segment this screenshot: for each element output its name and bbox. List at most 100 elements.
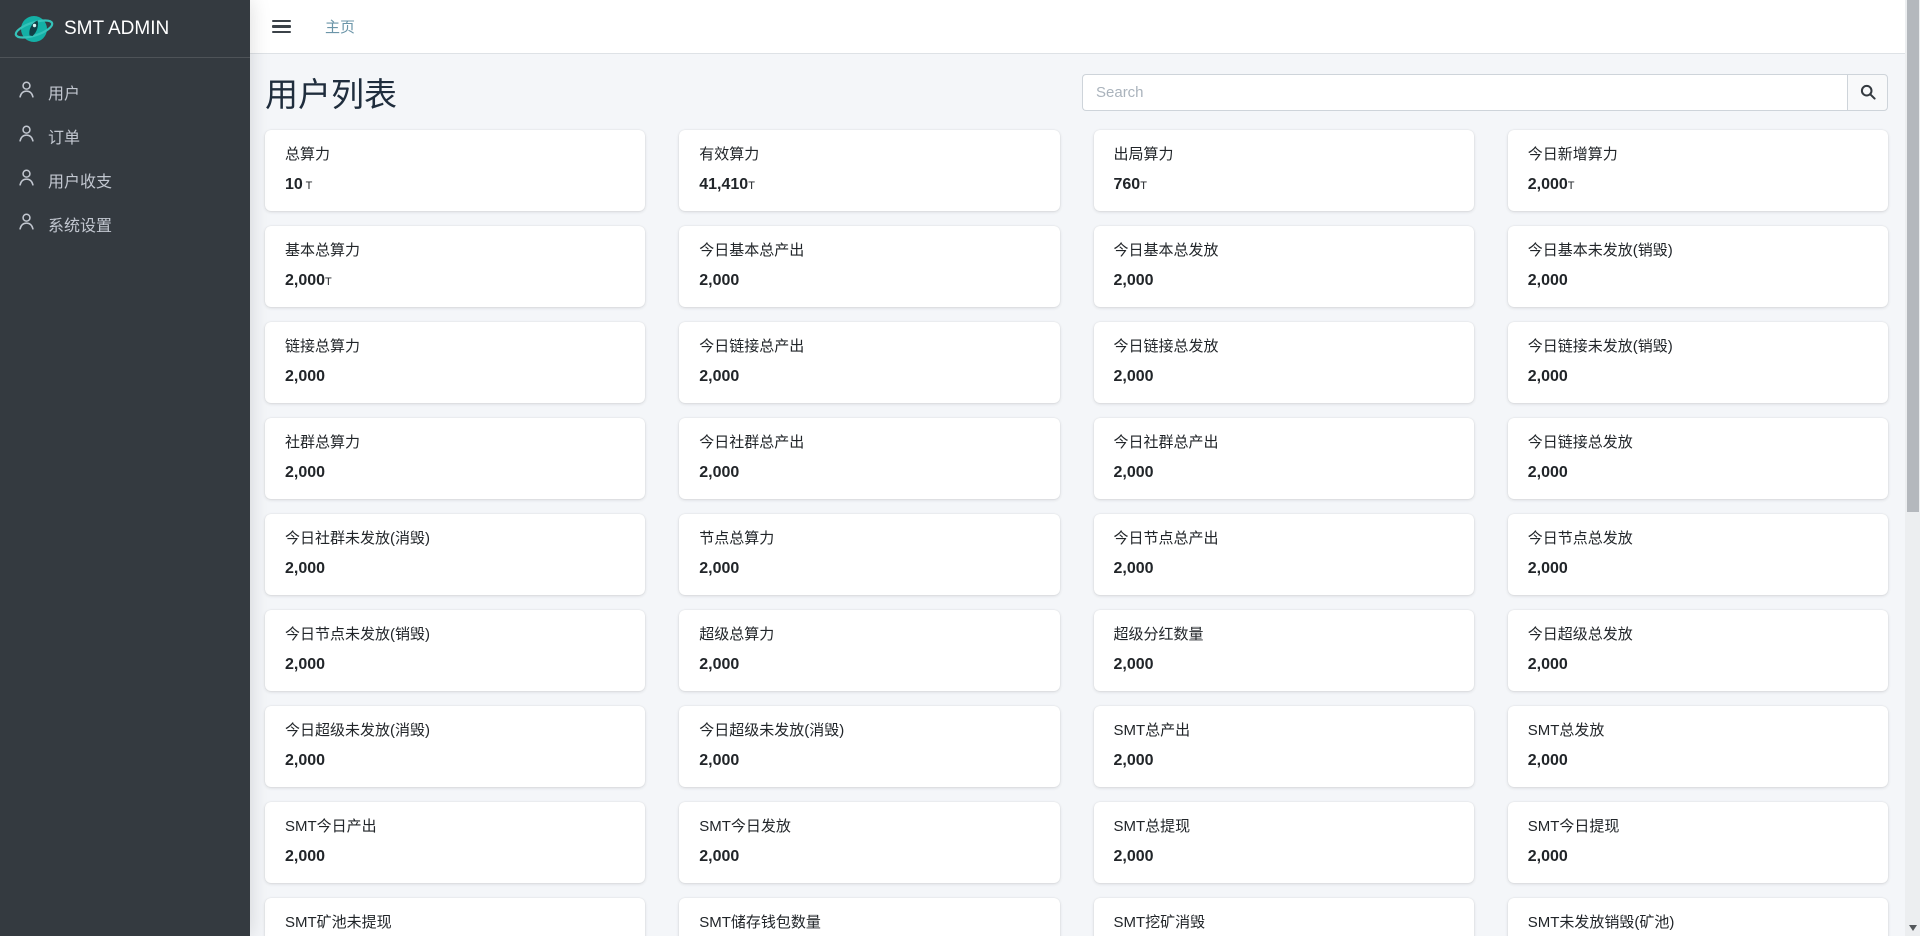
stat-card-value: 2,000: [699, 848, 1039, 866]
stat-card: 今日基本总发放 2,000: [1094, 226, 1474, 307]
stat-card-number: 2,000: [1528, 272, 1568, 289]
stat-card-number: 2,000: [1528, 848, 1568, 865]
sidebar-item-label: 用户收支: [48, 168, 112, 192]
stat-card: 今日节点总产出 2,000: [1094, 514, 1474, 595]
stat-card: SMT矿池未提现: [265, 898, 645, 936]
stat-card-value: 2,000: [699, 560, 1039, 578]
stat-card-number: 2,000: [699, 272, 739, 289]
stat-card-number: 2,000: [1528, 752, 1568, 769]
stat-card-label: 今日节点未发放(销毁): [285, 625, 625, 645]
stat-card-value: 2,000: [1528, 272, 1868, 290]
sidebar-item-system-settings[interactable]: 系统设置: [8, 202, 242, 246]
stat-card-label: 今日超级未发放(消毁): [699, 721, 1039, 741]
stat-card-label: 今日社群总产出: [699, 433, 1039, 453]
scrollbar-down-button[interactable]: [1905, 919, 1920, 936]
stat-card-number: 2,000: [1528, 464, 1568, 481]
stat-card: 今日基本总产出2,000: [679, 226, 1059, 307]
stat-card-label: 超级分红数量: [1114, 625, 1454, 645]
stat-card-unit: T: [1140, 180, 1147, 192]
stat-card-label: SMT今日产出: [285, 817, 625, 837]
stat-card-number: 2,000: [1528, 560, 1568, 577]
stat-card-number: 2,000: [1114, 848, 1154, 865]
stat-card: 基本总算力2,000T: [265, 226, 645, 307]
menu-toggle-icon[interactable]: [272, 20, 291, 34]
stat-card-number: 2,000: [699, 368, 739, 385]
stat-card-number: 2,000: [285, 752, 325, 769]
stat-card-number: 2,000: [1114, 464, 1154, 481]
sidebar-item-user-balance[interactable]: 用户收支: [8, 158, 242, 202]
stat-card-label: 今日基本未发放(销毁): [1528, 241, 1868, 261]
stat-card-number: 2,000: [1114, 272, 1154, 289]
stat-card-unit: T: [1568, 180, 1575, 192]
stat-card-number: 2,000: [699, 464, 739, 481]
stat-card-value: 2,000: [1114, 464, 1454, 482]
stat-card-label: 基本总算力: [285, 241, 625, 261]
page-header: 用户列表: [265, 64, 1888, 120]
stat-card-label: 链接总算力: [285, 337, 625, 357]
stat-card: SMT未发放销毁(矿池): [1508, 898, 1888, 936]
stat-card: 总算力10 T: [265, 130, 645, 211]
stat-card-label: 出局算力: [1114, 145, 1454, 165]
stat-card: 今日基本未发放(销毁) 2,000: [1508, 226, 1888, 307]
stat-card-value: 2,000: [285, 464, 625, 482]
stat-card: 今日节点未发放(销毁) 2,000: [265, 610, 645, 691]
stat-card: 今日链接总发放2,000: [1094, 322, 1474, 403]
scrollbar-thumb[interactable]: [1907, 0, 1919, 512]
stat-card: 有效算力 41,410T: [679, 130, 1059, 211]
stat-card-unit: T: [303, 180, 313, 192]
sidebar-nav: 用户订单用户收支系统设置: [0, 58, 250, 258]
stat-card: 今日超级总发放2,000: [1508, 610, 1888, 691]
stat-card-label: 今日基本总发放: [1114, 241, 1454, 261]
stat-card-number: 2,000: [285, 464, 325, 481]
stat-card-label: 今日节点总发放: [1528, 529, 1868, 549]
stat-card: 今日链接未发放(销毁)2,000: [1508, 322, 1888, 403]
stat-card: SMT挖矿消毁: [1094, 898, 1474, 936]
stat-card: SMT总提现2,000: [1094, 802, 1474, 883]
stat-card-label: 总算力: [285, 145, 625, 165]
stat-card: 今日链接总发放 2,000: [1508, 418, 1888, 499]
stat-card-label: 今日新增算力: [1528, 145, 1868, 165]
user-icon: [17, 168, 36, 192]
stats-grid: 总算力10 T有效算力41,410T出局算力760T今日新增算力2,000T基本…: [265, 130, 1888, 936]
stat-card-number: 2,000: [285, 560, 325, 577]
stat-card-label: 有效算力: [699, 145, 1039, 165]
search-input[interactable]: [1082, 74, 1847, 111]
stat-card: SMT今日发放 2,000: [679, 802, 1059, 883]
stat-card-number: 41,410: [699, 176, 748, 193]
stat-card-value: 2,000: [699, 656, 1039, 674]
stat-card-number: 2,000: [699, 752, 739, 769]
stat-card-label: 今日链接未发放(销毁): [1528, 337, 1868, 357]
stat-card-number: 2,000: [285, 656, 325, 673]
stat-card-label: SMT挖矿消毁: [1114, 913, 1454, 933]
stat-card-value: 2,000: [1114, 656, 1454, 674]
stat-card-label: 今日节点总产出: [1114, 529, 1454, 549]
stat-card-value: 2,000: [285, 752, 625, 770]
stat-card-label: 今日社群未发放(消毁): [285, 529, 625, 549]
stat-card: SMT总产出2,000: [1094, 706, 1474, 787]
stat-card-label: SMT总发放: [1528, 721, 1868, 741]
stat-card-value: 2,000: [1114, 560, 1454, 578]
stat-card-label: SMT今日发放: [699, 817, 1039, 837]
stat-card: SMT今日提现 2,000: [1508, 802, 1888, 883]
stat-card-value: 2,000: [1528, 848, 1868, 866]
stat-card: 超级总算力2,000: [679, 610, 1059, 691]
stat-card-value: 2,000: [1528, 560, 1868, 578]
sidebar-item-orders[interactable]: 订单: [8, 114, 242, 158]
app-window: SMT ADMIN 用户订单用户收支系统设置 主页 用户列表: [0, 0, 1920, 936]
stat-card-value: 41,410T: [699, 176, 1039, 194]
scrollbar-track[interactable]: [1905, 0, 1920, 936]
brand-link[interactable]: SMT ADMIN: [0, 0, 250, 58]
stat-card-label: 今日链接总发放: [1114, 337, 1454, 357]
stat-card-label: 今日链接总产出: [699, 337, 1039, 357]
stat-card-label: SMT总产出: [1114, 721, 1454, 741]
breadcrumb-home-link[interactable]: 主页: [325, 16, 355, 37]
sidebar-item-users[interactable]: 用户: [8, 70, 242, 114]
stat-card-label: 今日超级总发放: [1528, 625, 1868, 645]
stat-card: 链接总算力2,000: [265, 322, 645, 403]
stat-card: 节点总算力2,000: [679, 514, 1059, 595]
stat-card-value: 2,000: [699, 464, 1039, 482]
stat-card-label: SMT今日提现: [1528, 817, 1868, 837]
stat-card-number: 2,000: [699, 560, 739, 577]
search-button[interactable]: [1847, 74, 1888, 111]
stat-card-label: 今日链接总发放: [1528, 433, 1868, 453]
